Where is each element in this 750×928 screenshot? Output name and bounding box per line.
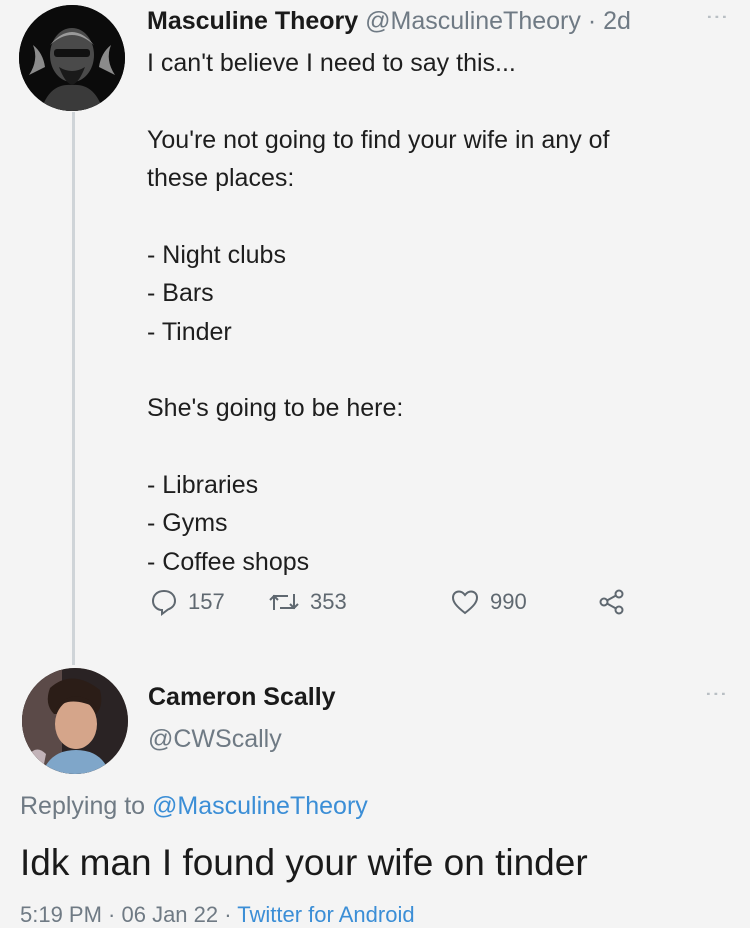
masculine-theory-avatar[interactable] bbox=[19, 5, 125, 111]
cameron-scally-avatar[interactable] bbox=[22, 668, 128, 774]
tweet-line: - Night clubs bbox=[147, 240, 286, 269]
tweet-line: - Gyms bbox=[147, 509, 228, 537]
tweet-line: You're not going to find your wife in an… bbox=[147, 125, 610, 154]
retweet-count: 353 bbox=[310, 589, 347, 614]
share-action[interactable] bbox=[597, 588, 627, 616]
like-count: 990 bbox=[490, 589, 527, 614]
reply-meta: 5:19 PM · 06 Jan 22 · Twitter for Androi… bbox=[20, 902, 415, 928]
tweet-line: - Libraries bbox=[147, 470, 259, 499]
reply-author-handle[interactable]: @CWScally bbox=[148, 725, 282, 754]
tweet-header: Masculine Theory @MasculineTheory · 2d bbox=[147, 6, 631, 36]
reply-text: Idk man I found your wife on tinder bbox=[20, 842, 588, 883]
reply-source[interactable]: Twitter for Android bbox=[237, 902, 414, 927]
reply-count: 157 bbox=[188, 589, 225, 614]
tweet-line: I can't believe I need to say this... bbox=[147, 49, 516, 77]
reply-author-name[interactable]: Cameron Scally bbox=[148, 683, 336, 712]
tweet-body: I can't believe I need to say this... Yo… bbox=[147, 44, 707, 581]
comment-icon bbox=[151, 589, 177, 616]
more-vertical-icon[interactable]: ⋮ bbox=[705, 6, 730, 26]
author-handle[interactable]: @MasculineTheory bbox=[365, 7, 581, 35]
retweet-icon bbox=[269, 594, 299, 610]
heart-icon bbox=[451, 590, 479, 615]
replying-prefix: Replying to bbox=[20, 792, 146, 820]
share-icon bbox=[599, 589, 624, 615]
like-action[interactable]: 990 bbox=[450, 588, 527, 616]
reply-timestamp[interactable]: 5:19 PM · 06 Jan 22 · bbox=[20, 902, 232, 927]
tweet-age[interactable]: 2d bbox=[603, 7, 631, 35]
tweet-line: She's going to be here: bbox=[147, 394, 404, 422]
avatar-image bbox=[19, 5, 125, 111]
tweet-line: - Bars bbox=[147, 279, 214, 307]
replying-to-link[interactable]: @MasculineTheory bbox=[152, 792, 368, 820]
reply-action[interactable]: 157 bbox=[150, 588, 225, 616]
tweet-line: - Coffee shops bbox=[147, 547, 310, 576]
tweet-line: these places: bbox=[147, 164, 295, 192]
author-name[interactable]: Masculine Theory bbox=[147, 7, 358, 35]
avatar-image bbox=[22, 668, 128, 774]
tweet-line: - Tinder bbox=[147, 317, 232, 346]
replying-to: Replying to @MasculineTheory bbox=[20, 792, 368, 821]
thread-connector-line bbox=[72, 112, 75, 665]
retweet-action[interactable]: 353 bbox=[268, 588, 347, 616]
more-vertical-icon[interactable]: ⋮ bbox=[704, 683, 729, 705]
separator-dot: · bbox=[587, 7, 597, 35]
